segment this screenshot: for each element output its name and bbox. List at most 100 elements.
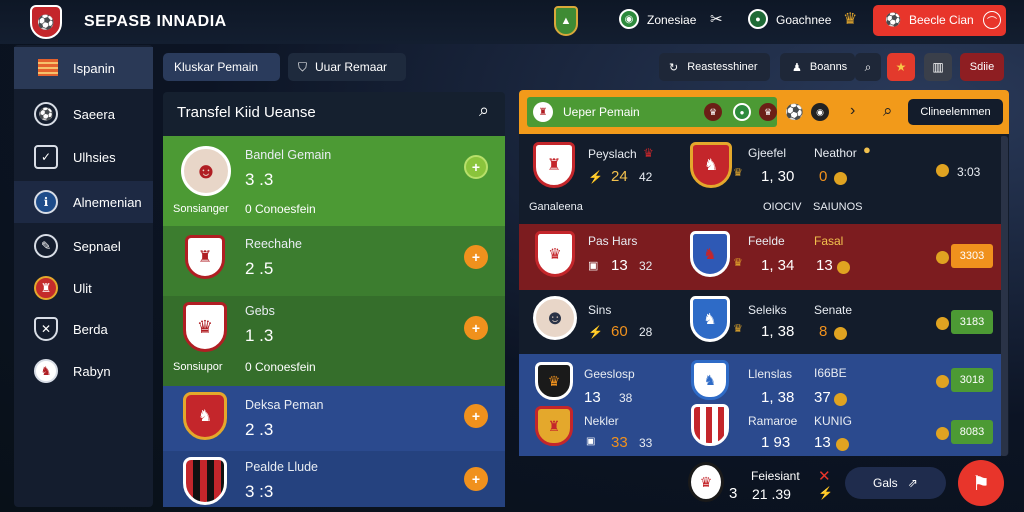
- add-player-button[interactable]: +: [464, 316, 488, 340]
- player-name: Deksa Peman: [245, 398, 324, 412]
- clineelemmen-button[interactable]: Clineelemmen: [908, 99, 1003, 125]
- sidebar-item-label: Sepnael: [73, 238, 121, 254]
- sidebar-item-rabyn[interactable]: ♞ Rabyn: [14, 350, 153, 392]
- club-logo-icon: ⚽: [30, 5, 62, 39]
- close-icon[interactable]: ⌒: [983, 11, 1001, 29]
- sidebar-item-ulit[interactable]: ♜ Ulit: [14, 267, 153, 309]
- row-stat-3: 13: [816, 257, 833, 274]
- book-icon: ▥: [932, 60, 944, 74]
- coach-icon[interactable]: ●: [748, 9, 768, 29]
- row-score-badge[interactable]: 3018: [951, 368, 993, 392]
- match-row[interactable]: ☻ Sins ⚡ 60 28 ♞ ♛ Seleiks 1, 38 Senate …: [519, 290, 1001, 354]
- sidebar-item-ispanin[interactable]: Ispanin: [14, 47, 153, 89]
- trophy-icon[interactable]: ♛: [843, 9, 857, 29]
- sidebar-item-saeera[interactable]: ⚽ Saeera: [14, 93, 153, 135]
- row-stat-1: 60: [611, 323, 628, 340]
- footer-label: Feiesiant: [751, 469, 800, 483]
- coin-icon: [936, 375, 949, 388]
- row-score-badge[interactable]: 8083: [951, 420, 993, 444]
- header-tab[interactable]: ♜ Ueper Pemain ♛ ● ♛: [527, 97, 777, 127]
- row-score-badge[interactable]: 3303: [951, 244, 993, 268]
- reastesshiner-button[interactable]: ↻ Reastesshiner: [659, 53, 770, 81]
- club-crest-icon: ♛: [688, 462, 724, 502]
- club-icon: ♞: [34, 359, 58, 383]
- search-icon[interactable]: ⌕: [883, 101, 893, 121]
- row-score: 3:03: [957, 165, 981, 179]
- sidebar-item-label: Saeera: [73, 106, 115, 122]
- tab-uuar-remaar[interactable]: ⛉ Uuar Remaar: [288, 53, 406, 81]
- cta-button[interactable]: ⚽ Beecle Cian ⌒: [873, 5, 1006, 36]
- sidebar-item-label: Ispanin: [73, 60, 115, 76]
- club-crest-icon: ♞: [690, 142, 732, 188]
- row-name-1: Peyslach: [588, 147, 637, 161]
- share-icon: ⇗: [907, 476, 918, 490]
- row-name-2: Llenslas: [748, 367, 793, 381]
- club-crest-icon: ♜: [533, 102, 553, 122]
- row-sub-right-1: OIOCIV: [763, 201, 802, 213]
- crest-small-icon: ♛: [733, 257, 743, 269]
- sidebar-item-ulhsies[interactable]: ✓ Ulhsies: [14, 136, 153, 178]
- tools-icon[interactable]: ✂: [710, 10, 723, 28]
- coin-icon: [834, 327, 847, 340]
- transfer-card[interactable]: Pealde Llude 3 :3 +: [163, 451, 505, 507]
- row-name-1: Geeslosp: [584, 367, 635, 381]
- row-sub-left: Ganaleena: [529, 201, 583, 213]
- coin-icon: [936, 317, 949, 330]
- transfer-card[interactable]: ♛ Gebs 1 .3 Sonsiupor 0 Conoesfein +: [163, 296, 505, 386]
- zone-link[interactable]: Zonesiae: [647, 13, 696, 27]
- chevron-right-icon[interactable]: ›: [850, 102, 855, 120]
- match-row[interactable]: ♛ Pas Hars ▣ 13 32 ♞ ♛ Feelde 1, 34 Fasa…: [519, 224, 1001, 290]
- search-button[interactable]: ⌕: [855, 53, 881, 81]
- sidebar-item-sepnael[interactable]: ✎ Sepnael: [14, 225, 153, 267]
- sdiie-button[interactable]: Sdiie: [960, 53, 1004, 81]
- search-icon: ⌕: [864, 59, 872, 74]
- row-name-3: Senate: [814, 303, 853, 317]
- card-status-left: Sonsianger: [173, 203, 229, 215]
- league-icon[interactable]: ▲: [554, 6, 578, 36]
- transfer-card[interactable]: ♞ Deksa Peman 2 .3 +: [163, 386, 505, 451]
- sidebar-item-alnemenian[interactable]: ℹ Alnemenian: [14, 181, 153, 223]
- search-icon[interactable]: ⌕: [479, 100, 489, 121]
- close-icon[interactable]: ✕: [818, 467, 831, 485]
- tab-label: Kluskar Pemain: [174, 60, 259, 74]
- club-crest-icon: ♛: [759, 103, 777, 121]
- add-player-button[interactable]: +: [464, 467, 488, 491]
- action-fab-button[interactable]: ⚑: [958, 460, 1004, 506]
- row-name-3: Neathor: [814, 146, 857, 160]
- match-row[interactable]: ♜ Peyslach ♛ ⚡ 24 42 ♞ ♛ Gjeefel 1, 30 N…: [519, 134, 1001, 224]
- player-name: Pealde Llude: [245, 460, 318, 474]
- row-stat-1: 13: [611, 257, 628, 274]
- gals-button[interactable]: Gals ⇗: [845, 467, 946, 499]
- coin-icon: [834, 172, 847, 185]
- transfer-card[interactable]: ☻ Bandel Gemain 3 .3 Sonsianger 0 Conoes…: [163, 136, 505, 226]
- club-crest-icon[interactable]: ◉: [811, 103, 829, 121]
- row-stat-2: 1 93: [761, 434, 791, 451]
- sidebar-item-berda[interactable]: ✕ Berda: [14, 308, 153, 350]
- footer-value: 21 .39: [752, 486, 791, 502]
- tab-icon: ⛉: [298, 59, 308, 74]
- row-name-3: I66BE: [814, 366, 847, 380]
- coin-icon: [936, 251, 949, 264]
- ball-icon[interactable]: ⚽: [785, 103, 804, 121]
- cta-label: Beecle Cian: [909, 13, 974, 27]
- row-score-badge[interactable]: 3183: [951, 310, 993, 334]
- scroll-track[interactable]: [1000, 136, 1008, 456]
- star-button[interactable]: ★: [887, 53, 915, 81]
- add-player-button[interactable]: +: [464, 245, 488, 269]
- zone-icon[interactable]: ◉: [619, 9, 639, 29]
- add-player-button[interactable]: +: [464, 404, 488, 428]
- ball-icon: ⚽: [34, 102, 58, 126]
- row-value-1: 32: [639, 259, 653, 273]
- boanns-button[interactable]: ♟ Boanns: [780, 53, 855, 81]
- crest-small-icon: ♛: [733, 323, 743, 335]
- match-row[interactable]: ♛ Geeslosp 13 38 ♞ Llenslas 1, 38 I66BE …: [519, 354, 1001, 456]
- add-player-button[interactable]: +: [464, 155, 488, 179]
- tab-kluskar-pemain[interactable]: Kluskar Pemain: [163, 53, 280, 81]
- book-button[interactable]: ▥: [924, 53, 952, 81]
- sidebar-item-label: Alnemenian: [73, 194, 142, 210]
- player-score: 1 .3: [245, 326, 274, 345]
- coach-link[interactable]: Goachnee: [776, 13, 831, 27]
- transfer-card[interactable]: ♜ Reechahe 2 .5 +: [163, 226, 505, 296]
- sidebar-item-label: Ulhsies: [73, 149, 116, 165]
- club-crest-icon: ♜: [535, 406, 573, 446]
